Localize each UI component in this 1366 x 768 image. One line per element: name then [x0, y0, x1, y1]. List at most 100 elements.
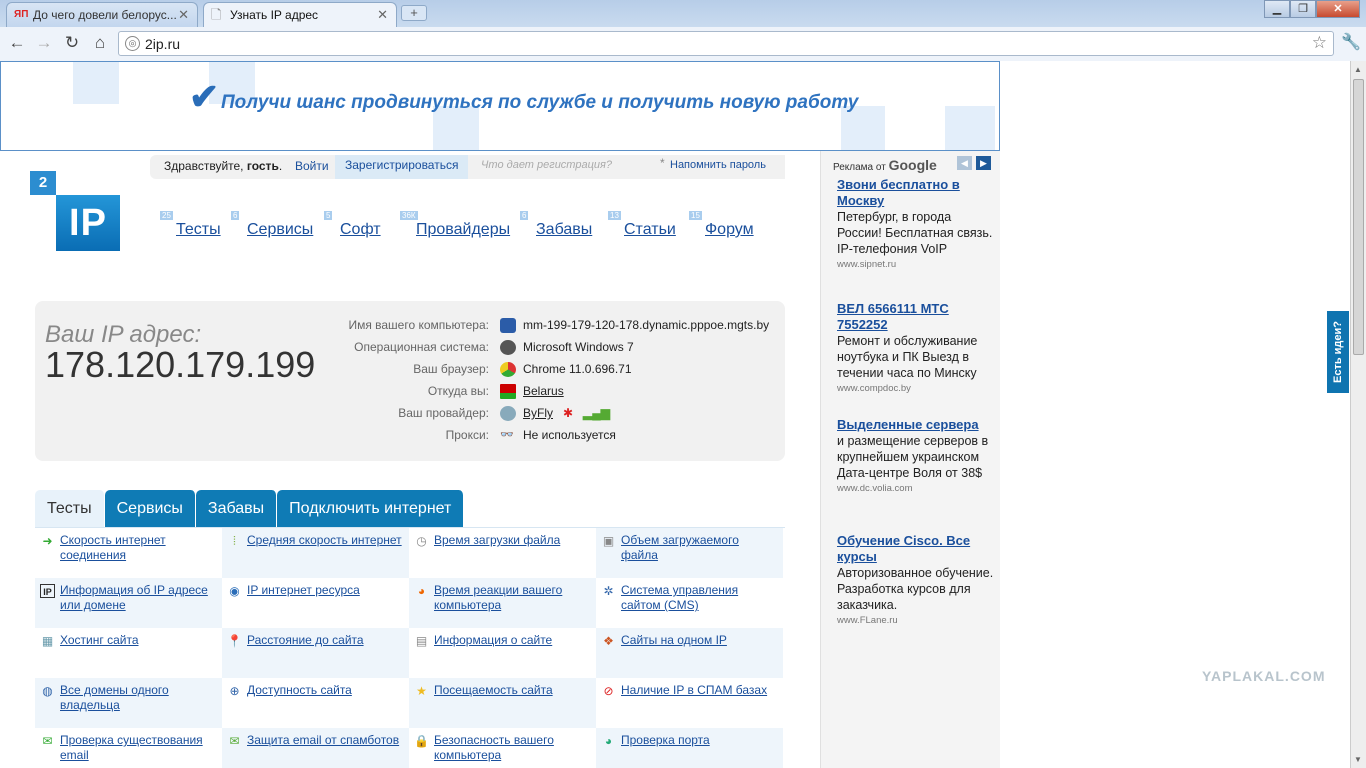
nav-providers[interactable]: 36К Провайдеры: [400, 211, 510, 239]
info-key: Прокси:: [445, 428, 489, 442]
why-register-link[interactable]: Что дает регистрация?: [481, 159, 612, 171]
info-value: Chrome 11.0.696.71: [523, 362, 632, 376]
signal-bars-icon[interactable]: ▂▄▆: [583, 406, 610, 420]
ads-prev-icon[interactable]: ◀: [957, 156, 972, 170]
tool-cell[interactable]: ➜ Скорость интернет соединения: [35, 528, 222, 578]
lock-icon: 🔒: [414, 734, 429, 748]
clock-icon: ◷: [416, 534, 427, 548]
nav-articles[interactable]: 13 Статьи: [608, 211, 676, 239]
bars-icon: ⦙: [233, 534, 236, 548]
close-window-icon[interactable]: ✕: [1316, 0, 1360, 18]
owner-domains-icon: ◍: [42, 684, 53, 698]
close-tab-icon[interactable]: ✕: [178, 7, 189, 23]
tool-cell[interactable]: ◷ Время загрузки файла: [409, 528, 596, 578]
register-button[interactable]: Зарегистрироваться: [335, 155, 469, 179]
logo-2[interactable]: 2: [30, 171, 56, 195]
provider-link[interactable]: ByFly: [523, 406, 553, 420]
reload-icon[interactable]: ↻: [61, 32, 83, 54]
banner-decoration: [945, 106, 995, 150]
tool-cell[interactable]: IP Информация об IP адресе или домене: [35, 578, 222, 628]
tool-cell[interactable]: ◉ IP интернет ресурса: [222, 578, 409, 628]
info-row-os: Операционная система: Microsoft Windows …: [265, 340, 785, 360]
tool-cell[interactable]: ✉ Проверка существования email: [35, 728, 222, 768]
info-row-provider: Ваш провайдер: ByFly ✱ ▂▄▆: [265, 406, 785, 426]
forward-arrow-icon[interactable]: →: [33, 32, 55, 54]
tool-cell[interactable]: 🔒 Безопасность вашего компьютера: [409, 728, 596, 768]
banner-text: Получи шанс продвинуться по службе и пол…: [221, 92, 859, 113]
tool-cell[interactable]: ⊘ Наличие IP в СПАМ базах: [596, 678, 783, 728]
ad-desc: Петербург, в города России! Бесплатная с…: [837, 210, 993, 256]
tool-cell[interactable]: ◕ Время реакции вашего компьютера: [409, 578, 596, 628]
ad-item[interactable]: Обучение Cisco. Все курсы Авторизованное…: [837, 533, 997, 629]
nav-soft[interactable]: 5 Софт: [324, 211, 381, 239]
back-arrow-icon[interactable]: ←: [6, 32, 28, 54]
nav-services[interactable]: 6 Сервисы: [231, 211, 313, 239]
minimize-icon[interactable]: ▁: [1264, 0, 1290, 18]
tool-cell[interactable]: ❖ Сайты на одном IP: [596, 628, 783, 678]
info-key: Откуда вы:: [427, 384, 489, 398]
tab-tests[interactable]: Тесты: [35, 490, 105, 527]
ads-next-icon[interactable]: ▶: [976, 156, 991, 170]
nav-fun[interactable]: 6 Забавы: [520, 211, 592, 239]
bug-icon[interactable]: ✱: [563, 406, 573, 420]
tool-cell[interactable]: ◕ Проверка порта: [596, 728, 783, 768]
bookmark-star-icon[interactable]: ☆: [1312, 33, 1327, 53]
vertical-scrollbar[interactable]: ▲ ▼: [1350, 61, 1366, 768]
nav-badge: 15: [689, 211, 702, 220]
tab-connect[interactable]: Подключить интернет: [277, 490, 465, 527]
ad-item[interactable]: Звони бесплатно в Москву Петербург, в го…: [837, 177, 997, 273]
ad-title[interactable]: Обучение Cisco. Все курсы: [837, 533, 997, 565]
ad-title[interactable]: Выделенные сервера: [837, 417, 997, 433]
close-tab-icon[interactable]: ✕: [377, 7, 388, 23]
tool-cell[interactable]: ▣ Объем загружаемого файла: [596, 528, 783, 578]
provider-icon: [500, 406, 516, 421]
info-key: Имя вашего компьютера:: [348, 318, 489, 332]
nav-forum[interactable]: 15 Форум: [689, 211, 754, 239]
tab-fun[interactable]: Забавы: [195, 490, 278, 527]
google-ads-column: Реклама от Google ◀ ▶ Звони бесплатно в …: [820, 151, 1000, 768]
ad-item[interactable]: ВЕЛ 6566111 МТС 7552252 Ремонт и обслужи…: [837, 301, 997, 397]
login-link[interactable]: Войти: [295, 159, 329, 173]
greeting-text: Здравствуйте, гость.: [164, 159, 283, 173]
ad-desc: Авторизованное обучение. Разработка курс…: [837, 566, 994, 612]
asterisk: *: [660, 156, 665, 170]
address-text[interactable]: 2ip.ru: [145, 36, 180, 52]
tool-cell[interactable]: ★ Посещаемость сайта: [409, 678, 596, 728]
spam-block-icon: ⊘: [603, 684, 614, 698]
tool-cell[interactable]: ▤ Информация о сайте: [409, 628, 596, 678]
new-tab-button[interactable]: +: [401, 5, 427, 21]
restore-icon[interactable]: ❐: [1290, 0, 1316, 18]
browser-tab[interactable]: ЯП До чего довели белорус... ✕: [6, 2, 198, 27]
hosting-icon: ▦: [41, 634, 54, 648]
ad-title[interactable]: ВЕЛ 6566111 МТС 7552252: [837, 301, 997, 333]
reaction-icon: ◕: [417, 584, 426, 598]
remind-password-link[interactable]: Напомнить пароль: [670, 159, 766, 171]
tool-cell[interactable]: ✉ Защита email от спамботов: [222, 728, 409, 768]
scroll-up-icon[interactable]: ▲: [1354, 65, 1362, 74]
tool-cell[interactable]: ▦ Хостинг сайта: [35, 628, 222, 678]
address-bar[interactable]: ◎ 2ip.ru ☆: [118, 31, 1334, 56]
nav-tests[interactable]: 25 Тесты: [160, 211, 221, 239]
guest-name: гость: [246, 159, 279, 173]
tool-cell[interactable]: ⊕ Доступность сайта: [222, 678, 409, 728]
home-icon[interactable]: ⌂: [89, 32, 111, 54]
speed-icon: ➜: [42, 534, 53, 548]
scroll-down-icon[interactable]: ▼: [1354, 755, 1362, 764]
map-pin-icon: 📍: [227, 634, 242, 648]
ad-title[interactable]: Звони бесплатно в Москву: [837, 177, 997, 209]
tool-cell[interactable]: ⦙ Средняя скорость интернет: [222, 528, 409, 578]
browser-tab-active[interactable]: 🗋 Узнать IP адрес ✕: [203, 2, 397, 27]
feedback-tab[interactable]: Есть идеи?: [1327, 311, 1349, 393]
logo-ip[interactable]: IP: [56, 195, 120, 251]
tool-cell[interactable]: ✲ Система управления сайтом (CMS): [596, 578, 783, 628]
port-globe-icon: ◕: [604, 734, 613, 748]
ad-banner[interactable]: ✔ Получи шанс продвинуться по службе и п…: [0, 61, 1000, 151]
ad-item[interactable]: Выделенные сервера и размещение серверов…: [837, 417, 997, 497]
country-link[interactable]: Belarus: [523, 384, 564, 398]
ad-url: www.compdoc.by: [837, 383, 911, 394]
tab-services[interactable]: Сервисы: [104, 490, 196, 527]
scroll-thumb[interactable]: [1353, 79, 1364, 355]
tool-cell[interactable]: 📍 Расстояние до сайта: [222, 628, 409, 678]
wrench-icon[interactable]: 🔧: [1341, 32, 1361, 52]
tool-cell[interactable]: ◍ Все домены одного владельца: [35, 678, 222, 728]
